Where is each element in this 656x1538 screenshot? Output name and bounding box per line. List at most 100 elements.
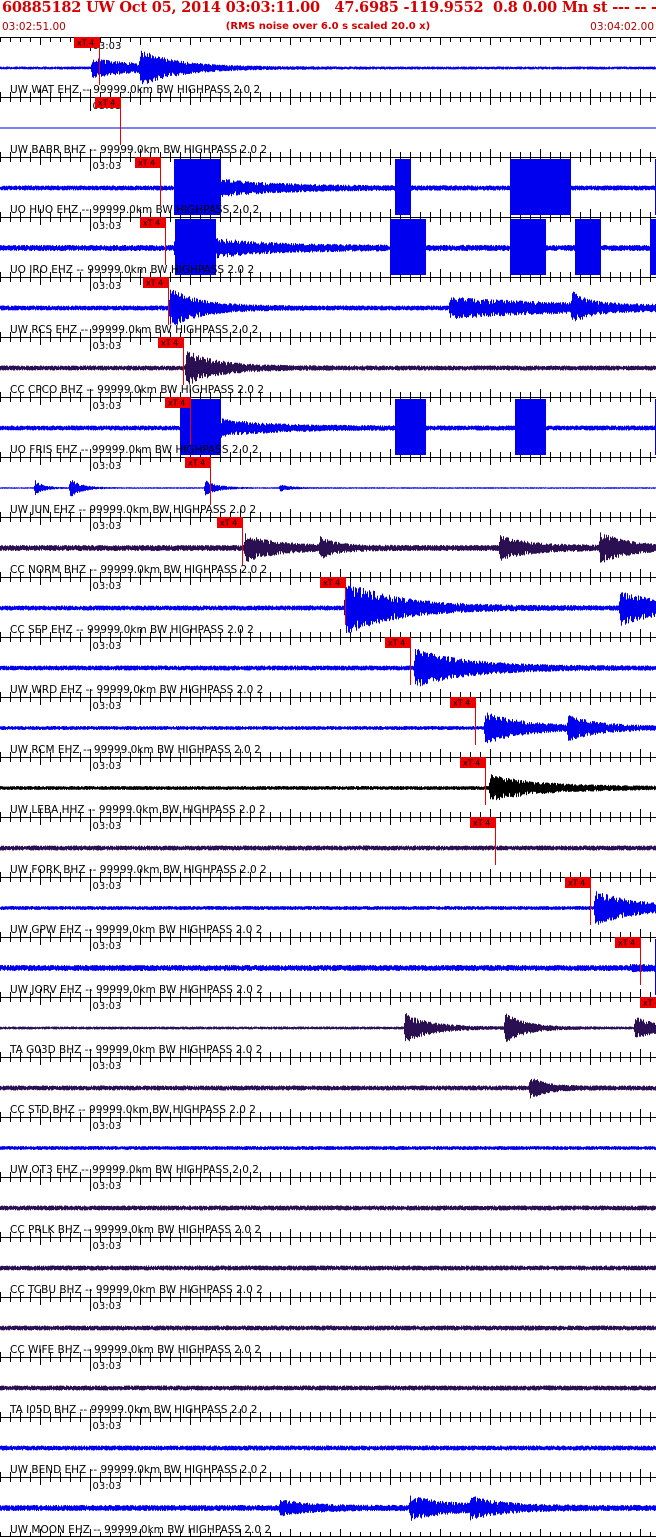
minute-label: 03:03 bbox=[93, 521, 122, 532]
waveform bbox=[0, 1495, 656, 1521]
trace-label: UW JORV EHZ -- 99999.0km BW HIGHPASS 2.0… bbox=[10, 984, 263, 996]
trace-panel: 03:0303xT 4UW RCM EHZ -- 99999.0km BW HI… bbox=[0, 697, 656, 757]
trace-panel: 03:0303UW MOON EHZ -- 99999.0km BW HIGHP… bbox=[0, 1477, 656, 1537]
waveform bbox=[0, 649, 656, 687]
trace-label: UW JUN EHZ -- 99999.0km BW HIGHPASS 2.0 … bbox=[10, 504, 256, 516]
minute-label: 03:03 bbox=[93, 1001, 122, 1012]
waveform bbox=[0, 712, 656, 744]
trace-panel: 03:0303xT 4UW WAT EHZ -- 99999.0km BW HI… bbox=[0, 37, 656, 97]
trace-label: CC TCBU BHZ -- 99999.0km BW HIGHPASS 2.0… bbox=[10, 1284, 263, 1296]
trace-panel: 03:0303CC TCBU BHZ -- 99999.0km BW HIGHP… bbox=[0, 1237, 656, 1297]
trace-panel: 03:0303xT 4UW JUN EHZ -- 99999.0km BW HI… bbox=[0, 457, 656, 517]
waveform bbox=[0, 50, 656, 85]
minute-label: 03:03 bbox=[93, 281, 122, 292]
pick-label: xT 4 bbox=[568, 879, 585, 888]
waveform bbox=[0, 1146, 656, 1150]
minute-label: 03:03 bbox=[93, 941, 122, 952]
minute-label: 03:03 bbox=[93, 641, 122, 652]
minute-label: 03:03 bbox=[93, 1361, 122, 1372]
trace-panel: 03:0303CC WIFE BHZ -- 99999.0km BW HIGHP… bbox=[0, 1297, 656, 1357]
trace-label: UW BEND EHZ -- 99999.0km BW HIGHPASS 2.0… bbox=[10, 1464, 267, 1476]
pick-label: xT 4 bbox=[220, 519, 237, 528]
pick-label: xT 4 bbox=[618, 939, 635, 948]
pick-label: xT 4 bbox=[98, 99, 115, 108]
trace-label: UO HUO EHZ -- 99999.0km BW HIGHPASS 2.0 … bbox=[10, 204, 259, 216]
waveform bbox=[0, 891, 656, 925]
trace-panel: 03:0303xT 4UW WRD EHZ -- 99999.0km BW HI… bbox=[0, 637, 656, 697]
trace-panel: 03:0303xT 4CC CPCO BHZ -- 99999.0km BW H… bbox=[0, 337, 656, 397]
trace-label: UW GPW EHZ -- 99999.0km BW HIGHPASS 2.0 … bbox=[10, 924, 262, 936]
trace-label: CC SEP EHZ -- 99999.0km BW HIGHPASS 2.0 … bbox=[10, 624, 254, 636]
pick-label: xT 4 bbox=[388, 639, 405, 648]
trace-panel: 03:0303xT 4UO HUO EHZ -- 99999.0km BW HI… bbox=[0, 157, 656, 217]
minute-label: 03:03 bbox=[93, 1481, 122, 1492]
minute-label: 03:03 bbox=[93, 1241, 122, 1252]
trace-panel: 03:0303xT 4TA G03D BHZ -- 99999.0km BW H… bbox=[0, 997, 656, 1057]
trace-panel: 03:0303xT 4UW JORV EHZ -- 99999.0km BW H… bbox=[0, 937, 656, 997]
trace-panel: 03:0303xT 4UO IRO EHZ -- 99999.0km BW HI… bbox=[0, 217, 656, 277]
pick-label: xT 4 bbox=[138, 159, 155, 168]
pick-label: xT 4 bbox=[77, 39, 94, 48]
trace-label: UW LEBA HHZ -- 99999.0km BW HIGHPASS 2.0… bbox=[10, 804, 266, 816]
trace-panel: 03:0303CC PRLK BHZ -- 99999.0km BW HIGHP… bbox=[0, 1177, 656, 1237]
minute-label: 03:03 bbox=[93, 761, 122, 772]
trace-label: TA G03D BHZ -- 99999.0km BW HIGHPASS 2.0… bbox=[9, 1044, 262, 1056]
minute-label: 03:03 bbox=[93, 161, 122, 172]
trace-panel: 03:0303xT 4UW RCS EHZ -- 99999.0km BW HI… bbox=[0, 277, 656, 337]
minute-label: 03:03 bbox=[93, 341, 122, 352]
trace-panel: 03:0303xT 4UW BABR BHZ -- 99999.0km BW H… bbox=[0, 97, 656, 157]
waveform bbox=[0, 351, 656, 385]
minute-label: 03:03 bbox=[93, 881, 122, 892]
pick-label: xT 4 bbox=[161, 339, 178, 348]
trace-label: UW RCS EHZ -- 99999.0km BW HIGHPASS 2.0 … bbox=[10, 324, 258, 336]
trace-label: UW BABR BHZ -- 99999.0km BW HIGHPASS 2.0… bbox=[10, 144, 267, 156]
waveform bbox=[0, 289, 656, 325]
minute-label: 03:03 bbox=[93, 581, 122, 592]
pick-label: xT 4 bbox=[168, 399, 185, 408]
pick-label: xT 4 bbox=[643, 999, 656, 1008]
minute-label: 03:03 bbox=[93, 1301, 122, 1312]
waveform bbox=[0, 1078, 656, 1099]
waveform bbox=[0, 845, 656, 851]
waveform bbox=[0, 774, 656, 801]
minute-label: 03:03 bbox=[93, 221, 122, 232]
pick-label: xT 4 bbox=[143, 219, 160, 228]
trace-label: UW RCM EHZ -- 99999.0km BW HIGHPASS 2.0 … bbox=[10, 744, 261, 756]
minute-label: 03:03 bbox=[93, 701, 122, 712]
pick-label: xT 4 bbox=[188, 459, 205, 468]
trace-label: CC CPCO BHZ -- 99999.0km BW HIGHPASS 2.0… bbox=[10, 384, 264, 396]
pick-label: xT 4 bbox=[323, 579, 340, 588]
trace-label: UO IRO EHZ -- 99999.0km BW HIGHPASS 2.0 … bbox=[10, 264, 254, 276]
pick-label: xT 4 bbox=[463, 759, 480, 768]
trace-label: UW MOON EHZ -- 99999.0km BW HIGHPASS 2.0… bbox=[10, 1524, 271, 1536]
pick-label: xT 4 bbox=[146, 279, 163, 288]
trace-panel: 03:0303xT 4CC NORM BHZ -- 99999.0km BW H… bbox=[0, 517, 656, 577]
trace-panel: 03:0303xT 4UW LEBA HHZ -- 99999.0km BW H… bbox=[0, 757, 656, 817]
trace-label: CC NORM BHZ -- 99999.0km BW HIGHPASS 2.0… bbox=[10, 564, 267, 576]
trace-label: CC WIFE BHZ -- 99999.0km BW HIGHPASS 2.0… bbox=[10, 1344, 261, 1356]
trace-panel: 03:0303xT 4UW OT3 EHZ -- 99999.0km BW HI… bbox=[0, 1117, 656, 1177]
waveform bbox=[0, 532, 656, 563]
trace-panel: 03:0303UW BEND EHZ -- 99999.0km BW HIGHP… bbox=[0, 1417, 656, 1477]
trace-label: CC STD BHZ -- 99999.0km BW HIGHPASS 2.0 … bbox=[10, 1104, 256, 1116]
minute-label: 03:03 bbox=[93, 1181, 122, 1192]
waveform bbox=[0, 480, 656, 497]
minute-label: 03:03 bbox=[93, 1061, 122, 1072]
trace-label: UO FRIS EHZ -- 99999.0km BW HIGHPASS 2.0… bbox=[10, 444, 259, 456]
trace-panel: 03:0303xT 4UO FRIS EHZ -- 99999.0km BW H… bbox=[0, 397, 656, 457]
trace-label: UW FORK BHZ -- 99999.0km BW HIGHPASS 2.0… bbox=[10, 864, 267, 876]
waveform bbox=[0, 1325, 656, 1331]
trace-label: UW WAT EHZ -- 99999.0km BW HIGHPASS 2.0 … bbox=[10, 84, 260, 96]
trace-panel: 03:0303TA I05D BHZ -- 99999.0km BW HIGHP… bbox=[0, 1357, 656, 1417]
minute-label: 03:03 bbox=[93, 461, 122, 472]
trace-panel: 03:0303xT 4CC STD BHZ -- 99999.0km BW HI… bbox=[0, 1057, 656, 1117]
minute-label: 03:03 bbox=[93, 1421, 122, 1432]
trace-panel: 03:0303xT 4CC SEP EHZ -- 99999.0km BW HI… bbox=[0, 577, 656, 637]
minute-label: 03:03 bbox=[93, 401, 122, 412]
trace-label: UW WRD EHZ -- 99999.0km BW HIGHPASS 2.0 … bbox=[10, 684, 263, 696]
trace-panel: 03:0303xT 4UW FORK BHZ -- 99999.0km BW H… bbox=[0, 817, 656, 877]
waveform bbox=[0, 1445, 656, 1451]
pick-label: xT 4 bbox=[453, 699, 470, 708]
trace-panel: 03:0303xT 4UW GPW EHZ -- 99999.0km BW HI… bbox=[0, 877, 656, 937]
waveform bbox=[0, 1265, 656, 1271]
